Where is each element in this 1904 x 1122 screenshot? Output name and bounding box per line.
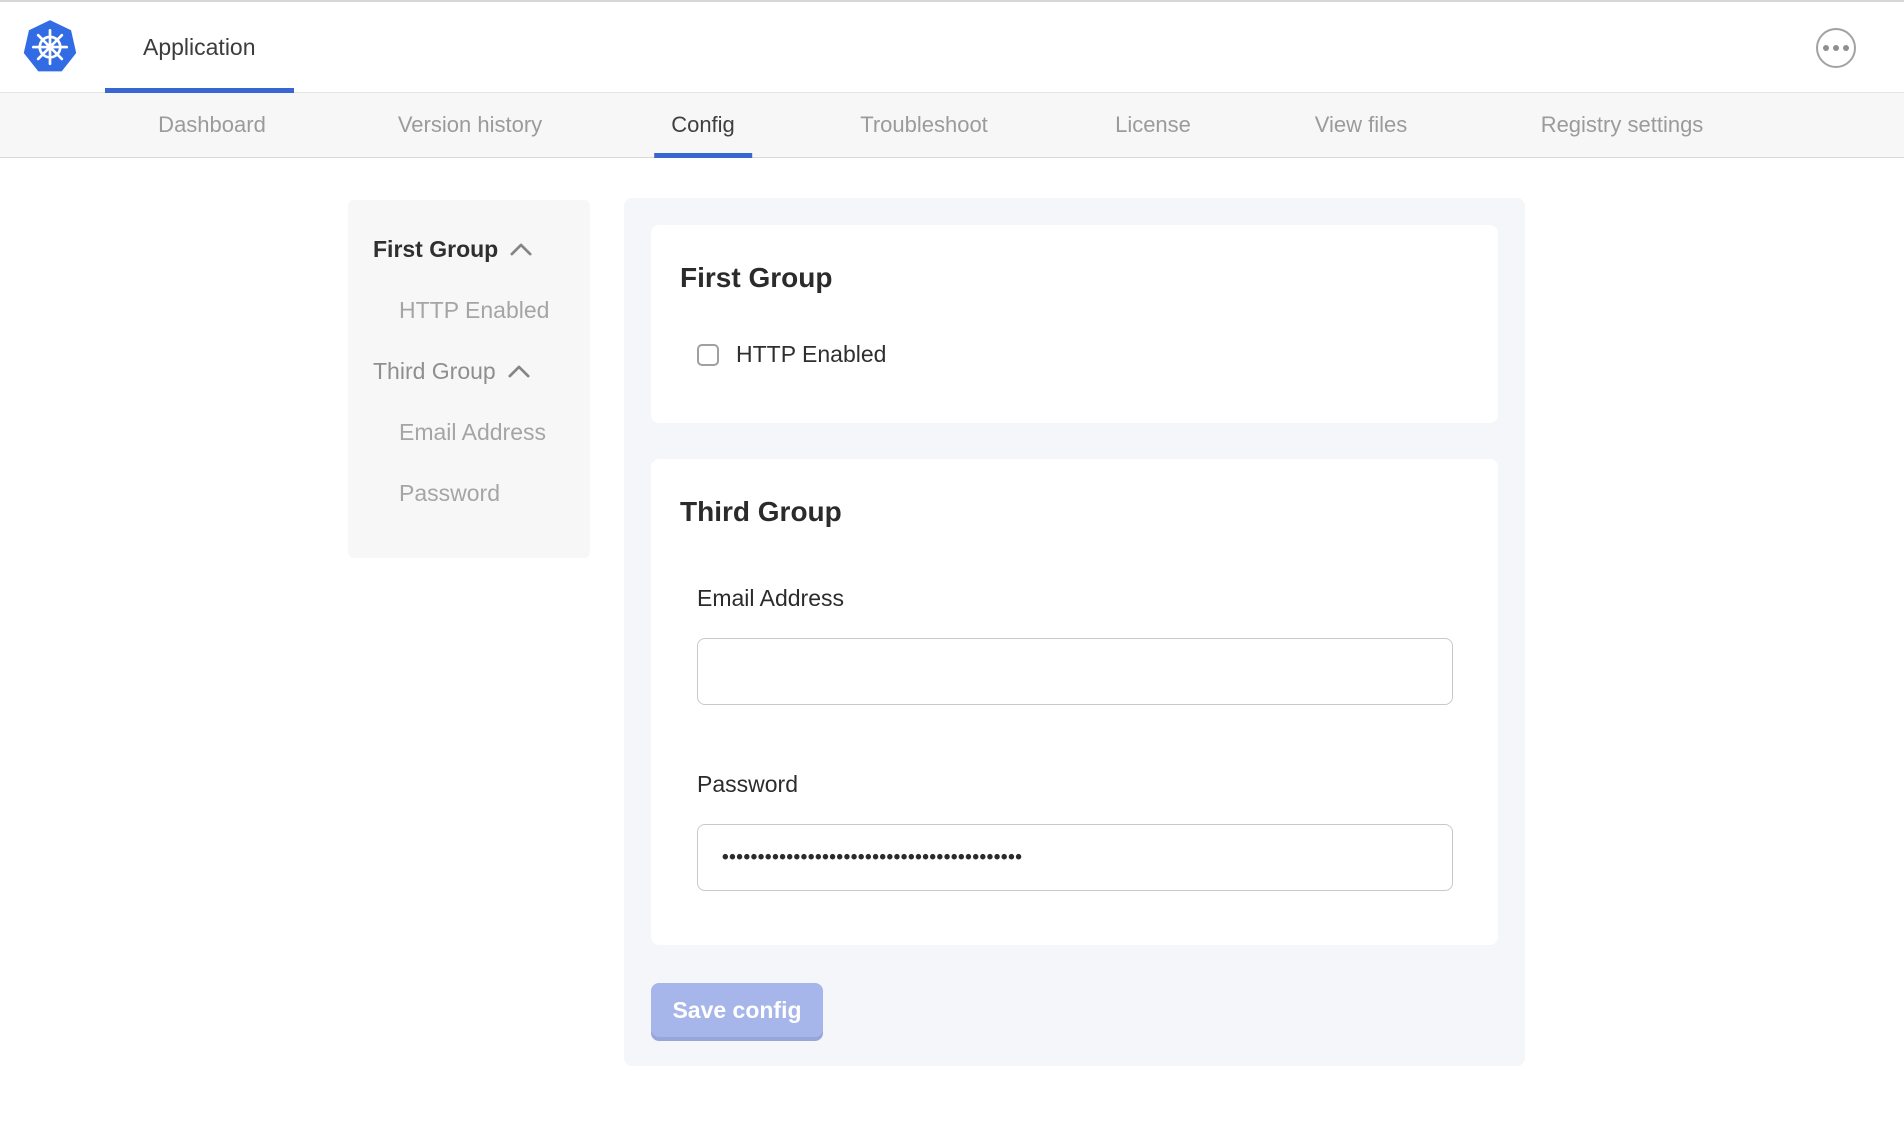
config-page: First Group HTTP Enabled Third Group Ema… [0, 158, 1904, 1121]
password-field: Password [697, 771, 1469, 891]
sidebar-item-password[interactable]: Password [348, 463, 590, 524]
tab-config[interactable]: Config [654, 93, 752, 157]
tab-registry-settings[interactable]: Registry settings [1524, 93, 1721, 157]
config-panel: First Group HTTP Enabled Third Group Ema… [624, 198, 1525, 1066]
email-address-input[interactable] [697, 638, 1453, 705]
field-label: Password [697, 771, 1469, 798]
app-header: Application [0, 0, 1904, 93]
sidebar-item-label: Third Group [373, 358, 496, 385]
config-nav: Dashboard Version history Config Trouble… [0, 93, 1904, 158]
chevron-up-icon [508, 365, 530, 378]
app-title: Application [143, 34, 256, 61]
sidebar-item-http-enabled[interactable]: HTTP Enabled [348, 280, 590, 341]
sidebar-item-email-address[interactable]: Email Address [348, 402, 590, 463]
http-enabled-checkbox-row[interactable]: HTTP Enabled [697, 341, 1469, 368]
field-label: Email Address [697, 585, 1469, 612]
config-sidebar: First Group HTTP Enabled Third Group Ema… [348, 200, 590, 558]
sidebar-item-third-group[interactable]: Third Group [348, 341, 590, 402]
ellipsis-icon [1833, 45, 1839, 51]
tab-view-files[interactable]: View files [1298, 93, 1425, 157]
sidebar-item-label: First Group [373, 236, 498, 263]
password-input[interactable] [697, 824, 1453, 891]
group-card-first-group: First Group HTTP Enabled [651, 225, 1498, 423]
ellipsis-icon [1843, 45, 1849, 51]
more-options-button[interactable] [1816, 28, 1856, 68]
kubernetes-logo [22, 18, 78, 74]
email-address-field: Email Address [697, 585, 1469, 705]
ellipsis-icon [1823, 45, 1829, 51]
tab-version-history[interactable]: Version history [381, 93, 559, 157]
tab-license[interactable]: License [1098, 93, 1208, 157]
sidebar-item-first-group[interactable]: First Group [348, 219, 590, 280]
tab-troubleshoot[interactable]: Troubleshoot [843, 93, 1005, 157]
group-card-third-group: Third Group Email Address Password [651, 459, 1498, 945]
save-config-button[interactable]: Save config [651, 983, 823, 1037]
tab-application[interactable]: Application [105, 2, 294, 92]
chevron-up-icon [510, 243, 532, 256]
group-title: Third Group [680, 495, 1469, 529]
checkbox-label: HTTP Enabled [736, 341, 886, 368]
http-enabled-checkbox[interactable] [697, 344, 719, 366]
group-title: First Group [680, 261, 1469, 295]
tab-dashboard[interactable]: Dashboard [141, 93, 283, 157]
sidebar-item-label: Password [399, 480, 500, 507]
sidebar-item-label: HTTP Enabled [399, 297, 549, 324]
sidebar-item-label: Email Address [399, 419, 546, 446]
